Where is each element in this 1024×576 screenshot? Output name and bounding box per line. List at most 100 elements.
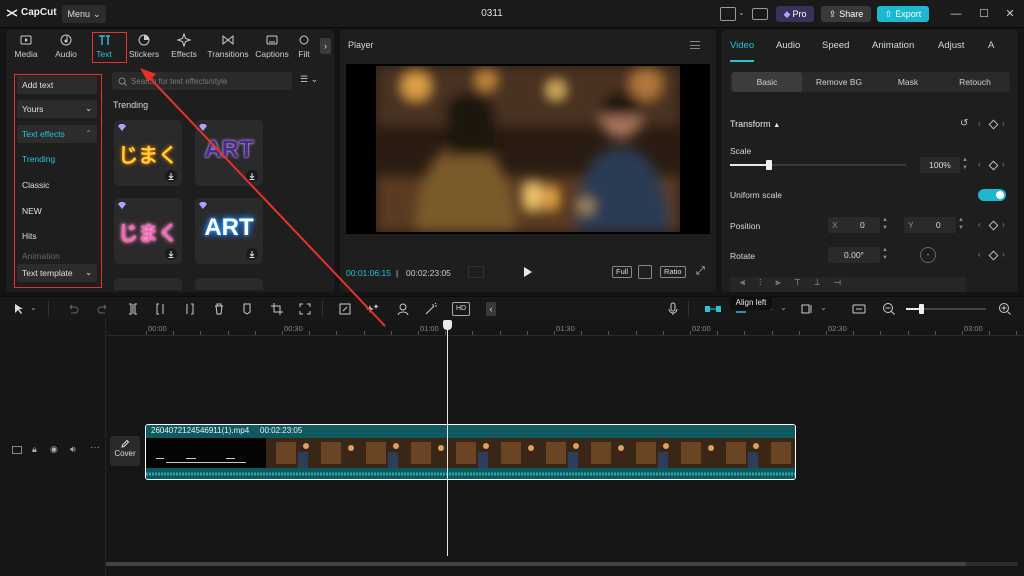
zoom-slider-thumb[interactable]	[919, 304, 924, 314]
ratio-button[interactable]: Ratio	[660, 266, 686, 278]
thumbnail-size-icon[interactable]	[852, 302, 866, 316]
playhead-handle[interactable]	[443, 320, 452, 330]
download-icon[interactable]	[246, 170, 258, 182]
rotate-stepper-icon[interactable]: ▲ ▼	[882, 246, 888, 262]
cover-button[interactable]: Cover	[110, 436, 140, 466]
effect-card-partial[interactable]	[114, 278, 182, 290]
keyframe-icon[interactable]	[988, 220, 999, 231]
inspector-tab-adjust[interactable]: Adjust	[938, 40, 964, 51]
tab-transitions[interactable]: Transitions	[206, 33, 250, 61]
minimize-icon[interactable]: —	[950, 8, 962, 20]
inspector-tab-animation[interactable]: Animation	[872, 40, 914, 51]
playhead[interactable]	[447, 320, 448, 556]
category-text-template[interactable]: Text template ⌄	[17, 264, 97, 282]
layout-icon[interactable]	[720, 7, 736, 21]
pos-y-stepper-icon[interactable]: ▲ ▼	[958, 216, 964, 232]
redo-icon[interactable]	[96, 302, 110, 316]
auto-reframe-icon[interactable]	[298, 302, 312, 316]
crop-icon[interactable]	[270, 302, 284, 316]
prev-keyframe-icon[interactable]: ‹	[978, 119, 981, 128]
eye-icon[interactable]: ◉	[50, 444, 58, 455]
rotate-dial-icon[interactable]: -	[920, 247, 936, 263]
category-add-text[interactable]: Add text	[17, 76, 97, 94]
maximize-icon[interactable]: ☐	[978, 8, 990, 20]
transform-section-title[interactable]: Transform ▲	[730, 119, 780, 129]
tab-captions[interactable]: Captions	[252, 33, 292, 61]
keyframe-icon[interactable]	[988, 250, 999, 261]
category-yours[interactable]: Yours ⌄	[17, 100, 97, 118]
next-keyframe-icon[interactable]: ›	[1002, 160, 1005, 169]
play-button[interactable]	[522, 265, 534, 279]
prev-keyframe-icon[interactable]: ‹	[978, 250, 981, 259]
delete-right-icon[interactable]	[182, 302, 196, 316]
tab-effects[interactable]: Effects	[164, 33, 204, 61]
preview-axis-icon[interactable]	[800, 302, 814, 316]
delete-left-icon[interactable]	[154, 302, 168, 316]
align-buttons-row[interactable]: ⫷⫶⫸⊤⊥⊣	[730, 277, 966, 292]
shortcut-icon[interactable]	[752, 8, 768, 20]
ai-character-icon[interactable]	[396, 302, 410, 316]
tab-audio[interactable]: Audio	[46, 33, 86, 61]
layout-chevron-icon[interactable]: ⌄	[738, 8, 745, 17]
uniform-scale-toggle[interactable]	[978, 189, 1006, 201]
export-button[interactable]: ⇧ Export	[877, 6, 929, 22]
select-pointer-icon[interactable]	[12, 302, 26, 316]
category-trending[interactable]: Trending	[17, 150, 97, 168]
effect-card-partial[interactable]	[195, 278, 263, 290]
inspector-tab-more[interactable]: A	[988, 40, 994, 51]
category-classic[interactable]: Classic	[17, 176, 97, 194]
scale-stepper-icon[interactable]: ▲ ▼	[962, 156, 968, 172]
magic-wand-icon[interactable]	[424, 302, 438, 316]
chevron-down-icon[interactable]: ⌄	[780, 303, 787, 312]
hamburger-menu-icon[interactable]	[690, 41, 700, 49]
inspector-tab-video[interactable]: Video	[730, 40, 754, 51]
trash-icon[interactable]	[212, 302, 226, 316]
inspector-tab-audio[interactable]: Audio	[776, 40, 800, 51]
keyframe-icon[interactable]	[988, 119, 999, 130]
prev-keyframe-icon[interactable]: ‹	[978, 160, 981, 169]
ai-effects-icon[interactable]	[366, 302, 380, 316]
video-clip[interactable]: 260407212454691​1(1).mp4 00:02:23:05	[145, 424, 796, 480]
prev-keyframe-icon[interactable]: ‹	[978, 220, 981, 229]
position-x-field[interactable]: X 0	[828, 217, 880, 233]
next-keyframe-icon[interactable]: ›	[1002, 220, 1005, 229]
search-input[interactable]: Search for text effects/style	[112, 72, 292, 90]
effect-card-gold[interactable]: じまく	[114, 120, 182, 186]
fullscreen-icon[interactable]: ⤢	[696, 265, 705, 278]
tab-filters[interactable]: Filt	[290, 33, 318, 61]
next-keyframe-icon[interactable]: ›	[1002, 250, 1005, 259]
category-hits[interactable]: Hits	[17, 227, 97, 245]
subtab-basic[interactable]: Basic	[732, 72, 802, 92]
rotate-value-field[interactable]: 0.00°	[828, 247, 880, 263]
fit-screen-icon[interactable]	[638, 265, 652, 279]
download-icon[interactable]	[165, 170, 177, 182]
download-icon[interactable]	[246, 248, 258, 260]
tab-stickers[interactable]: Stickers	[124, 33, 164, 61]
category-new[interactable]: NEW	[17, 202, 97, 220]
scale-slider-thumb[interactable]	[766, 160, 772, 170]
subtab-remove-bg[interactable]: Remove BG	[804, 72, 874, 92]
tab-media[interactable]: Media	[6, 33, 46, 61]
zoom-in-icon[interactable]	[998, 302, 1012, 316]
remove-bg-icon[interactable]	[338, 302, 352, 316]
split-icon[interactable]	[126, 302, 140, 316]
effect-card-blue[interactable]: ART	[195, 198, 263, 264]
microphone-icon[interactable]	[666, 302, 680, 316]
chevron-down-icon[interactable]: ⌄	[30, 303, 37, 312]
category-text-effects[interactable]: Text effects ⌃	[17, 125, 97, 143]
inspector-tab-speed[interactable]: Speed	[822, 40, 849, 51]
chevron-down-icon[interactable]: ⌄	[820, 303, 827, 312]
lock-icon[interactable]: 🔒︎	[32, 444, 37, 455]
undo-icon[interactable]	[66, 302, 80, 316]
keyframe-icon[interactable]	[988, 160, 999, 171]
zoom-out-icon[interactable]	[882, 302, 896, 316]
audio-mute-icon[interactable]: 🔊︎	[70, 444, 76, 455]
tabs-scroll-right-button[interactable]: ›	[320, 38, 331, 54]
effect-card-pink[interactable]: じまく	[114, 198, 182, 264]
hd-icon[interactable]: HD	[452, 302, 470, 316]
share-button[interactable]: ⇪ Share	[821, 6, 871, 22]
effect-card-purple[interactable]: ART	[195, 120, 263, 186]
timeline[interactable]: 🔒︎ ◉ 🔊︎ ··· 00:00 00:30 01:00 01:30 02:0…	[0, 320, 1024, 576]
category-animation[interactable]: Animation	[17, 251, 97, 261]
video-preview[interactable]	[346, 64, 710, 234]
